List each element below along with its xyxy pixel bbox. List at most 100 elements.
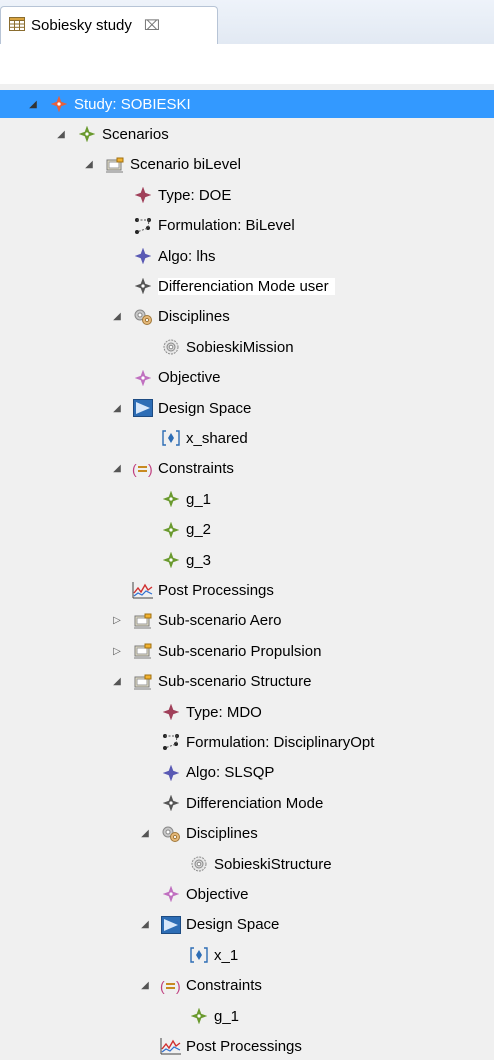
tree-item[interactable]: ▷ Sub-scenario Propulsion [0,637,494,665]
tree-item[interactable]: ◢ Scenario biLevel [0,151,494,179]
tree-item[interactable]: Differenciation Mode user [0,272,494,300]
tree-item-label: Type: DOE [158,186,232,204]
discipline-gear-icon [160,336,182,358]
tree-item-label: Algo: lhs [158,247,216,265]
tree-item-label: SobieskiMission [186,338,294,356]
tree-item-label: Constraints [158,460,234,478]
diff-mode-star-icon [160,792,182,814]
design-space-icon [160,914,182,936]
expanded-arrow-icon[interactable]: ◢ [138,827,152,841]
tree-item-label: Objective [186,885,249,903]
tree-item[interactable]: ◢ Study: SOBIESKI [0,90,494,118]
tree-item[interactable]: Formulation: BiLevel [0,212,494,240]
expanded-arrow-icon[interactable]: ◢ [138,918,152,932]
type-star-icon [132,184,154,206]
table-icon [9,16,25,35]
constraint-star-icon [160,549,182,571]
formulation-icon [160,731,182,753]
tree-item-label: g_2 [186,521,212,539]
design-variable-icon [188,944,210,966]
scenarios-star-icon [76,123,98,145]
tree-item[interactable]: Type: DOE [0,181,494,209]
tree-item-label: Study: SOBIESKI [74,95,191,113]
tree-item[interactable]: Post Processings [0,576,494,604]
tree-item[interactable]: Algo: SLSQP [0,759,494,787]
tree-item-label: Differenciation Mode user [158,277,335,295]
study-star-icon [48,93,70,115]
tree-item[interactable]: Algo: lhs [0,242,494,270]
tree-item[interactable]: ◢ () Constraints [0,972,494,1000]
tree-item[interactable]: ◢ Disciplines [0,820,494,848]
svg-text:): ) [176,978,181,994]
tree-item[interactable]: x_1 [0,941,494,969]
tree-item-label: Post Processings [186,1037,302,1055]
tree-item[interactable]: Objective [0,364,494,392]
tree-item-label: Design Space [186,916,280,934]
tree-item[interactable]: g_1 [0,485,494,513]
close-icon[interactable]: ⌧ [144,17,160,34]
expanded-arrow-icon[interactable]: ◢ [26,97,40,111]
tree-item[interactable]: Differenciation Mode [0,789,494,817]
tree-item[interactable]: Formulation: DisciplinaryOpt [0,728,494,756]
tree-item[interactable]: ◢ () Constraints [0,455,494,483]
algo-star-icon [160,762,182,784]
collapsed-arrow-icon[interactable]: ▷ [110,644,124,658]
tree-item[interactable]: Post Processings [0,1032,494,1060]
svg-text:(: ( [160,978,165,994]
tree-item-label: Scenario biLevel [130,156,241,174]
tree-item-label: Formulation: DisciplinaryOpt [186,733,375,751]
tree-item[interactable]: g_2 [0,516,494,544]
tree-item-label: Disciplines [158,308,230,326]
tree-item[interactable]: SobieskiMission [0,333,494,361]
scenario-icon [132,610,154,632]
editor-tab-bar: Sobiesky study ⌧ [0,0,494,45]
svg-text:): ) [148,461,153,477]
expanded-arrow-icon[interactable]: ◢ [110,462,124,476]
tree-item[interactable]: ◢ Design Space [0,911,494,939]
tree-item-label: Formulation: BiLevel [158,217,295,235]
tree-item[interactable]: g_1 [0,1002,494,1030]
tree-item-label: Constraints [186,977,262,995]
study-tree: ◢ Study: SOBIESKI ◢ Scenarios ◢ Scenario biLe… [0,84,494,1055]
algo-star-icon [132,245,154,267]
type-star-icon [160,701,182,723]
constraint-star-icon [160,519,182,541]
tree-item[interactable]: g_3 [0,546,494,574]
tree-item[interactable]: SobieskiStructure [0,850,494,878]
tree-item-label: Scenarios [102,125,169,143]
filter-strip [0,44,494,85]
diff-mode-star-icon [132,275,154,297]
tree-item-label: Type: MDO [186,703,262,721]
constraint-star-icon [188,1005,210,1027]
tree-item[interactable]: ◢ Design Space [0,394,494,422]
tree-item-label: Disciplines [186,825,258,843]
tree-item-label: x_shared [186,429,248,447]
expanded-arrow-icon[interactable]: ◢ [138,979,152,993]
tree-item[interactable]: ◢ Disciplines [0,303,494,331]
scenario-icon [132,671,154,693]
tree-item-label: g_3 [186,551,212,569]
tree-item[interactable]: x_shared [0,424,494,452]
expanded-arrow-icon[interactable]: ◢ [54,127,68,141]
tree-item[interactable]: Objective [0,880,494,908]
tab-title: Sobiesky study [31,17,132,34]
tree-item-label: Sub-scenario Structure [158,673,312,691]
scenario-icon [132,640,154,662]
post-processing-chart-icon [160,1035,182,1057]
tab-sobiesky-study[interactable]: Sobiesky study ⌧ [0,6,218,44]
tree-item-label: Post Processings [158,581,274,599]
tree-item-label: g_1 [214,1007,240,1025]
tree-item-label: Differenciation Mode [186,794,324,812]
expanded-arrow-icon[interactable]: ◢ [110,675,124,689]
tree-item[interactable]: ▷ Sub-scenario Aero [0,607,494,635]
tree-item[interactable]: Type: MDO [0,698,494,726]
expanded-arrow-icon[interactable]: ◢ [110,310,124,324]
expanded-arrow-icon[interactable]: ◢ [82,158,96,172]
collapsed-arrow-icon[interactable]: ▷ [110,614,124,628]
tree-item-label: Algo: SLSQP [186,764,275,782]
expanded-arrow-icon[interactable]: ◢ [110,401,124,415]
svg-text:(: ( [132,461,137,477]
tree-item[interactable]: ◢ Scenarios [0,120,494,148]
tree-item-label: Sub-scenario Aero [158,612,282,630]
tree-item[interactable]: ◢ Sub-scenario Structure [0,668,494,696]
